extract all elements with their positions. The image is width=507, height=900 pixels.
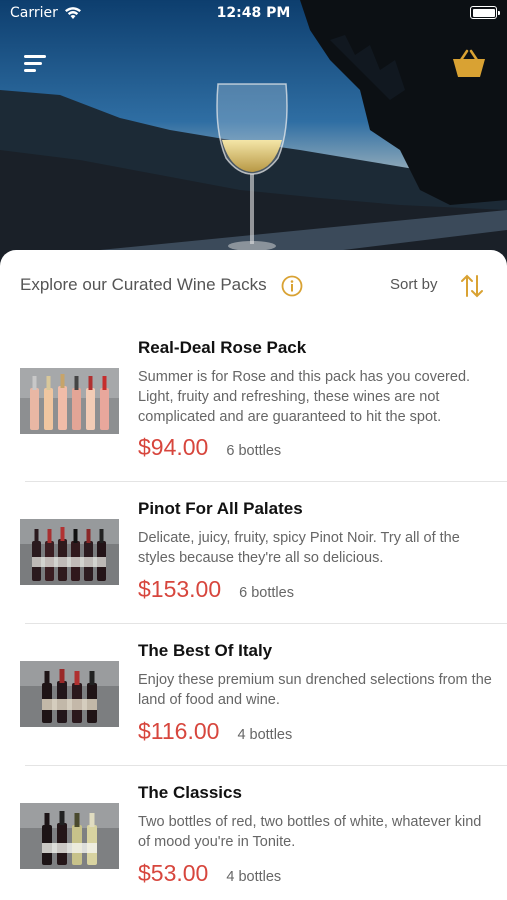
- pack-price: $94.00: [138, 434, 209, 460]
- pack-description: Enjoy these premium sun drenched selecti…: [138, 672, 492, 708]
- pack-item-best-of-italy[interactable]: The Best Of Italy Enjoy these premium su…: [0, 624, 507, 766]
- basket-icon: [453, 49, 485, 77]
- price-row: $53.00 4 bottles: [138, 860, 281, 887]
- hamburger-menu-icon: [24, 55, 46, 58]
- menu-button[interactable]: [22, 52, 50, 76]
- pack-bottle-count: 4 bottles: [237, 727, 293, 743]
- pack-description: Delicate, juicy, fruity, spicy Pinot Noi…: [138, 530, 460, 566]
- price-row: $94.00 6 bottles: [138, 434, 281, 461]
- sort-by-label[interactable]: Sort by: [390, 276, 438, 293]
- pack-name: Real-Deal Rose Pack: [138, 338, 307, 357]
- pack-thumbnail: [20, 803, 119, 869]
- pack-name: Pinot For All Palates: [138, 499, 303, 518]
- wifi-icon: [64, 7, 81, 19]
- pack-bottle-count: 6 bottles: [226, 443, 282, 459]
- cart-button[interactable]: [451, 46, 487, 82]
- pack-description: Summer is for Rose and this pack has you…: [138, 369, 471, 425]
- pack-description: Two bottles of red, two bottles of white…: [138, 814, 482, 850]
- pack-item-the-classics[interactable]: The Classics Two bottles of red, two bot…: [0, 766, 507, 900]
- pack-price: $53.00: [138, 860, 209, 886]
- pack-bottle-count: 6 bottles: [239, 585, 294, 601]
- section-header: Explore our Curated Wine Packs Sort by: [0, 250, 507, 322]
- sort-arrows-icon[interactable]: [458, 272, 486, 300]
- pack-thumbnail: [20, 519, 119, 585]
- pack-price: $153.00: [138, 576, 222, 602]
- price-row: $116.00 4 bottles: [138, 718, 292, 745]
- status-bar: Carrier 12:48 PM: [0, 0, 507, 26]
- pack-name: The Classics: [138, 783, 242, 802]
- pack-name: The Best Of Italy: [138, 641, 273, 660]
- hero-image: [0, 0, 507, 270]
- pack-bottle-count: 4 bottles: [226, 869, 282, 885]
- info-circle-icon[interactable]: [281, 275, 303, 297]
- pack-thumbnail: [20, 661, 119, 727]
- pack-item-pinot-for-all-palates[interactable]: Pinot For All Palates Delicate, juicy, f…: [0, 482, 507, 624]
- carrier-label: Carrier: [10, 5, 58, 21]
- pack-thumbnail: [20, 368, 119, 434]
- battery-icon: [470, 6, 500, 19]
- content-sheet: Explore our Curated Wine Packs Sort by R…: [0, 250, 507, 900]
- pack-price: $116.00: [138, 718, 220, 744]
- price-row: $153.00 6 bottles: [138, 576, 294, 603]
- section-title: Explore our Curated Wine Packs: [20, 275, 267, 294]
- carrier-group: Carrier: [10, 5, 82, 21]
- pack-item-real-deal-rose[interactable]: Real-Deal Rose Pack Summer is for Rose a…: [0, 322, 507, 482]
